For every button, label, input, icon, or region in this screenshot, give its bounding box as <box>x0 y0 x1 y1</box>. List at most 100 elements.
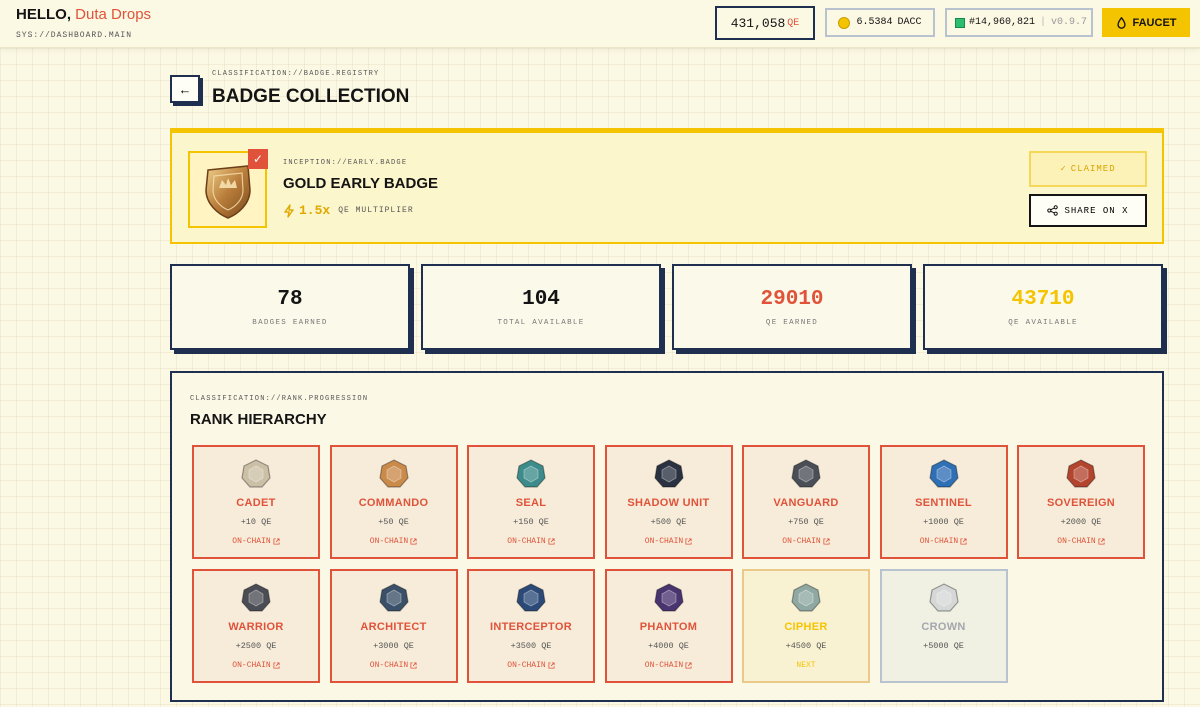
rank-qe-reward: +10 QE <box>240 517 272 527</box>
external-link-icon <box>1098 538 1105 545</box>
rank-tile-interceptor[interactable]: INTERCEPTOR +3500 QE ON-CHAIN <box>467 569 595 683</box>
seal-badge-icon <box>516 459 546 488</box>
rank-qe-reward: +2500 QE <box>235 641 277 651</box>
badge-multiplier: 1.5x QE MULTIPLIER <box>283 203 414 218</box>
badge-classification: INCEPTION://EARLY.BADGE <box>283 159 408 167</box>
cadet-badge-icon <box>241 459 271 488</box>
rank-name: CIPHER <box>784 621 828 633</box>
rank-title: RANK HIERARCHY <box>190 411 327 428</box>
rank-status[interactable]: ON-CHAIN <box>370 537 417 546</box>
rank-status[interactable]: ON-CHAIN <box>232 661 280 670</box>
crown-badge-icon <box>928 583 959 612</box>
top-bar: HELLO, Duta Drops SYS://DASHBOARD.MAIN 4… <box>0 0 1200 48</box>
rank-tile-seal[interactable]: SEAL +150 QE ON-CHAIN <box>467 445 595 559</box>
rank-tile-sovereign[interactable]: SOVEREIGN +2000 QE ON-CHAIN <box>1017 445 1145 559</box>
vanguard-badge-icon <box>791 459 821 488</box>
user-name: Duta Drops <box>75 6 152 23</box>
rank-status[interactable]: ON-CHAIN <box>507 537 555 546</box>
rank-status-label: NEXT <box>796 661 816 670</box>
rank-status-label: ON-CHAIN <box>644 661 684 670</box>
rank-name: VANGUARD <box>773 497 839 509</box>
rank-qe-reward: +500 QE <box>650 517 687 527</box>
lightning-icon <box>284 203 294 218</box>
rank-tile-warrior[interactable]: WARRIOR +2500 QE ON-CHAIN <box>192 569 320 683</box>
share-label: SHARE ON X <box>1064 205 1129 216</box>
greeting: HELLO, Duta Drops <box>16 6 151 23</box>
rank-tile-cipher[interactable]: CIPHER +4500 QE NEXT <box>742 569 870 683</box>
external-link-icon <box>548 662 555 669</box>
share-on-x-button[interactable]: SHARE ON X <box>1029 194 1147 227</box>
stat-qe-available: 43710 QE AVAILABLE <box>923 264 1163 350</box>
block-status-box: #14,960,821 | v0.9.7 <box>945 8 1093 37</box>
rank-name: CROWN <box>921 621 966 633</box>
rank-tile-crown[interactable]: CROWN +5000 QE <box>879 569 1008 683</box>
rank-status[interactable]: ON-CHAIN <box>645 661 692 670</box>
greeting-text: HELLO, <box>16 6 71 23</box>
stat-label: QE EARNED <box>765 319 819 327</box>
multiplier-label: QE MULTIPLIER <box>338 206 414 215</box>
external-link-icon <box>410 662 417 669</box>
dacc-unit: DACC <box>897 17 922 28</box>
rank-hierarchy-panel: CLASSIFICATION://RANK.PROGRESSION RANK H… <box>170 371 1164 702</box>
external-link-icon <box>685 538 692 545</box>
external-link-icon <box>823 538 830 545</box>
rank-status-label: ON-CHAIN <box>507 537 546 546</box>
rank-status-label: ON-CHAIN <box>232 537 271 546</box>
rank-status[interactable]: ON-CHAIN <box>645 537 692 546</box>
architect-badge-icon <box>378 583 409 612</box>
rank-status-label: ON-CHAIN <box>782 537 821 546</box>
faucet-button[interactable]: FAUCET <box>1102 8 1190 37</box>
external-link-icon <box>548 538 555 545</box>
rank-status[interactable]: ON-CHAIN <box>370 661 417 670</box>
rank-status-label: ON-CHAIN <box>369 661 409 670</box>
rank-status[interactable]: ON-CHAIN <box>232 537 280 546</box>
rank-qe-reward: +2000 QE <box>1060 517 1102 527</box>
rank-tile-architect[interactable]: ARCHITECT +3000 QE ON-CHAIN <box>329 569 458 683</box>
faucet-label: FAUCET <box>1132 16 1177 29</box>
rank-status[interactable]: ON-CHAIN <box>920 537 967 546</box>
phantom-badge-icon <box>653 583 684 612</box>
rank-tile-shadow-unit[interactable]: SHADOW UNIT +500 QE ON-CHAIN <box>604 445 733 559</box>
back-button[interactable]: ← <box>170 75 200 103</box>
rank-tile-vanguard[interactable]: VANGUARD +750 QE ON-CHAIN <box>742 445 870 559</box>
rank-name: WARRIOR <box>228 621 284 633</box>
warrior-badge-icon <box>241 583 271 612</box>
block-number: #14,960,821 <box>969 17 1036 28</box>
rank-qe-reward: +750 QE <box>788 517 824 527</box>
rank-qe-reward: +3500 QE <box>510 641 552 651</box>
stat-value: 78 <box>277 288 303 311</box>
sys-path: SYS://DASHBOARD.MAIN <box>16 31 133 40</box>
rank-tile-sentinel[interactable]: SENTINEL +1000 QE ON-CHAIN <box>879 445 1008 559</box>
claimed-button[interactable]: ✓ CLAIMED <box>1029 151 1147 187</box>
external-link-icon <box>273 538 280 545</box>
external-link-icon <box>410 538 417 545</box>
stat-total-available: 104 TOTAL AVAILABLE <box>421 264 661 350</box>
rank-status[interactable]: ON-CHAIN <box>1057 537 1105 546</box>
stat-qe-earned: 29010 QE EARNED <box>672 264 912 350</box>
claimed-check-icon: ✓ <box>248 149 268 169</box>
external-link-icon <box>960 538 967 545</box>
rank-status: NEXT <box>796 661 815 670</box>
rank-status-label: ON-CHAIN <box>507 661 546 670</box>
divider: | <box>1040 17 1047 28</box>
share-icon <box>1047 205 1059 216</box>
rank-tile-phantom[interactable]: PHANTOM +4000 QE ON-CHAIN <box>604 569 733 683</box>
rank-tile-commando[interactable]: COMMANDO +50 QE ON-CHAIN <box>329 445 458 559</box>
rank-status-label: ON-CHAIN <box>644 537 684 546</box>
dacc-balance-box: 6.5384 DACC <box>825 8 935 37</box>
rank-qe-reward: +4500 QE <box>785 641 827 651</box>
cipher-badge-icon <box>791 583 821 612</box>
external-link-icon <box>685 662 692 669</box>
rank-status-label: ON-CHAIN <box>369 537 409 546</box>
rank-name: SENTINEL <box>915 497 972 509</box>
rank-name: ARCHITECT <box>360 621 427 633</box>
rank-name: SEAL <box>515 497 547 509</box>
rank-tile-cadet[interactable]: CADET +10 QE ON-CHAIN <box>192 445 320 559</box>
rank-status[interactable]: ON-CHAIN <box>782 537 830 546</box>
rank-status[interactable]: ON-CHAIN <box>507 661 555 670</box>
rank-name: COMMANDO <box>358 497 429 509</box>
app-version: v0.9.7 <box>1051 17 1088 28</box>
badge-name: GOLD EARLY BADGE <box>283 175 439 192</box>
shadow-unit-badge-icon <box>653 459 684 488</box>
stat-label: TOTAL AVAILABLE <box>497 319 585 327</box>
